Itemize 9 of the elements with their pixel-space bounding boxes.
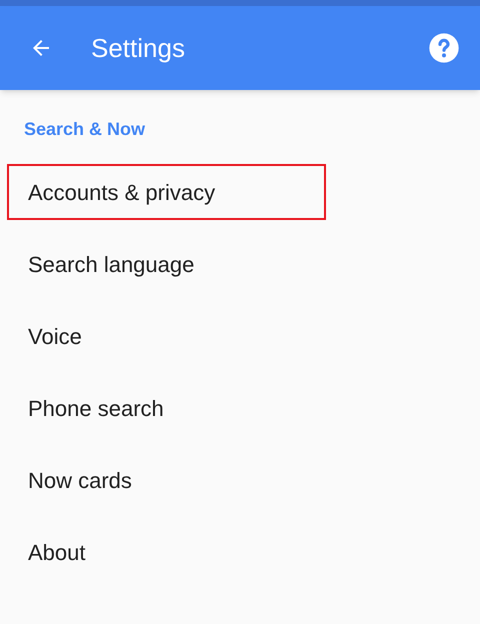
settings-item[interactable]: Accounts & privacy	[7, 164, 326, 220]
help-icon[interactable]	[428, 32, 460, 64]
settings-item[interactable]: Voice	[7, 308, 326, 364]
settings-item[interactable]: Search language	[7, 236, 326, 292]
screen-title: Settings	[91, 32, 185, 64]
settings-item[interactable]: Now cards	[7, 452, 326, 508]
section-header: Search & Now	[24, 118, 146, 140]
settings-item[interactable]: About	[7, 524, 326, 580]
settings-item[interactable]: Phone search	[7, 380, 326, 436]
